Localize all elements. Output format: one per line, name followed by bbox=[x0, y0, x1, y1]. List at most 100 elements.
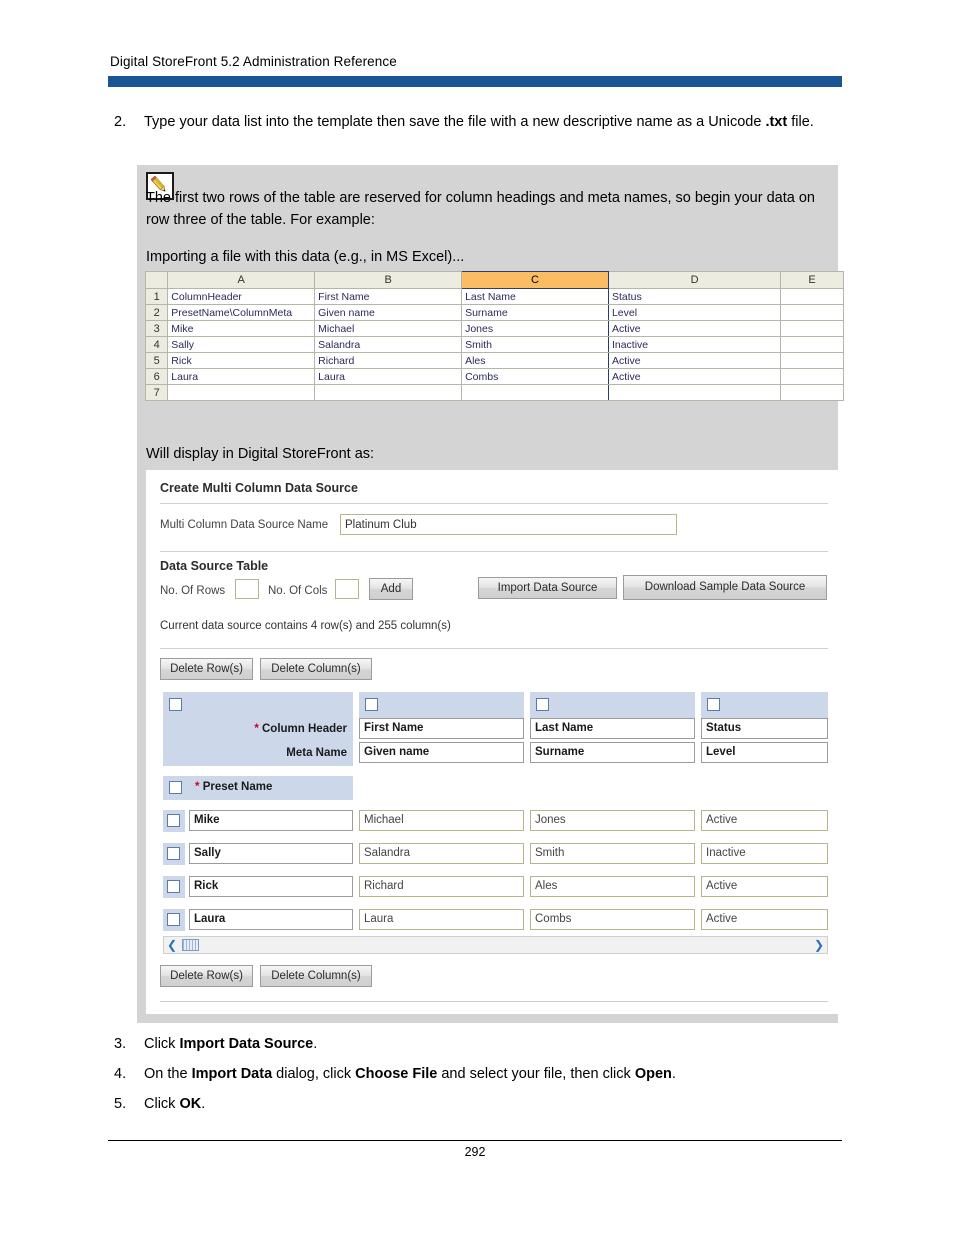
excel-cell-e7[interactable] bbox=[780, 384, 844, 401]
meta-name-input-2[interactable]: Surname bbox=[530, 742, 695, 763]
excel-cell-b2[interactable]: Given name bbox=[314, 304, 463, 321]
delete-columns-button-top[interactable]: Delete Column(s) bbox=[260, 658, 372, 680]
preset-input-laura[interactable]: Laura bbox=[189, 909, 353, 930]
row-checkbox-mike[interactable] bbox=[167, 814, 180, 827]
add-button[interactable]: Add bbox=[369, 578, 413, 600]
cell-mike-col1[interactable]: Michael bbox=[359, 810, 524, 831]
excel-cell-c4[interactable]: Smith bbox=[461, 336, 609, 353]
excel-cell-c3[interactable]: Jones bbox=[461, 320, 609, 337]
excel-row-header[interactable]: 4 bbox=[144, 336, 169, 353]
row-checkbox-laura[interactable] bbox=[167, 913, 180, 926]
import-data-source-button[interactable]: Import Data Source bbox=[478, 577, 617, 599]
excel-col-c[interactable]: C bbox=[461, 271, 609, 289]
excel-row-header[interactable]: 2 bbox=[144, 304, 169, 321]
excel-cell-b4[interactable]: Salandra bbox=[314, 336, 463, 353]
download-sample-data-source-button[interactable]: Download Sample Data Source bbox=[623, 575, 827, 600]
column-header-input-3[interactable]: Status bbox=[701, 718, 828, 739]
horizontal-scrollbar[interactable]: ❮ ❯ bbox=[163, 936, 828, 954]
excel-row: 2 PresetName\ColumnMeta Given name Surna… bbox=[144, 304, 844, 321]
preset-name-label: * Preset Name bbox=[195, 777, 272, 798]
excel-cell-a3[interactable]: Mike bbox=[167, 320, 316, 337]
preset-input-mike[interactable]: Mike bbox=[189, 810, 353, 831]
excel-row-header[interactable]: 1 bbox=[144, 288, 169, 305]
excel-col-e[interactable]: E bbox=[780, 271, 844, 289]
excel-cell-d7[interactable] bbox=[607, 384, 782, 401]
delete-rows-button-bottom[interactable]: Delete Row(s) bbox=[160, 965, 253, 987]
preset-input-rick[interactable]: Rick bbox=[189, 876, 353, 897]
row-checkbox-sally[interactable] bbox=[167, 847, 180, 860]
excel-cell-e6[interactable] bbox=[780, 368, 844, 385]
cell-laura-col3[interactable]: Active bbox=[701, 909, 828, 930]
excel-cell-e5[interactable] bbox=[780, 352, 844, 369]
excel-row-header[interactable]: 7 bbox=[144, 384, 169, 401]
excel-cell-c7[interactable] bbox=[461, 384, 609, 401]
excel-cell-d3[interactable]: Active bbox=[607, 320, 782, 337]
row-checkbox-rick[interactable] bbox=[167, 880, 180, 893]
excel-cell-b5[interactable]: Richard bbox=[314, 352, 463, 369]
select-all-preset-checkbox[interactable] bbox=[169, 698, 182, 711]
divider bbox=[160, 648, 828, 650]
cell-rick-col3[interactable]: Active bbox=[701, 876, 828, 897]
excel-cell-e2[interactable] bbox=[780, 304, 844, 321]
select-preset-name-checkbox[interactable] bbox=[169, 781, 182, 794]
meta-name-input-3[interactable]: Level bbox=[701, 742, 828, 763]
no-of-cols-input[interactable] bbox=[335, 579, 359, 599]
step-item-5: 5. Click OK. bbox=[108, 1094, 842, 1115]
cell-sally-col1[interactable]: Salandra bbox=[359, 843, 524, 864]
cell-sally-col3[interactable]: Inactive bbox=[701, 843, 828, 864]
excel-cell-d5[interactable]: Active bbox=[607, 352, 782, 369]
column-header-input-2[interactable]: Last Name bbox=[530, 718, 695, 739]
excel-cell-a4[interactable]: Sally bbox=[167, 336, 316, 353]
excel-col-b[interactable]: B bbox=[314, 271, 463, 289]
excel-cell-c5[interactable]: Ales bbox=[461, 352, 609, 369]
cell-mike-col2[interactable]: Jones bbox=[530, 810, 695, 831]
chevron-left-icon[interactable]: ❮ bbox=[164, 937, 180, 953]
excel-cell-d4[interactable]: Inactive bbox=[607, 336, 782, 353]
delete-rows-button-top[interactable]: Delete Row(s) bbox=[160, 658, 253, 680]
cell-rick-col2[interactable]: Ales bbox=[530, 876, 695, 897]
excel-cell-b6[interactable]: Laura bbox=[314, 368, 463, 385]
select-column-3-checkbox[interactable] bbox=[707, 698, 720, 711]
excel-cell-b7[interactable] bbox=[314, 384, 463, 401]
excel-row-header[interactable]: 3 bbox=[144, 320, 169, 337]
excel-row-header[interactable]: 6 bbox=[144, 368, 169, 385]
select-column-1-checkbox[interactable] bbox=[365, 698, 378, 711]
cell-rick-col1[interactable]: Richard bbox=[359, 876, 524, 897]
excel-cell-e4[interactable] bbox=[780, 336, 844, 353]
excel-col-a[interactable]: A bbox=[167, 271, 316, 289]
excel-cell-a7[interactable] bbox=[167, 384, 316, 401]
excel-cell-b1[interactable]: First Name bbox=[314, 288, 463, 305]
data-source-name-input[interactable]: Platinum Club bbox=[340, 514, 677, 535]
excel-cell-a5[interactable]: Rick bbox=[167, 352, 316, 369]
excel-cell-b3[interactable]: Michael bbox=[314, 320, 463, 337]
excel-cell-e1[interactable] bbox=[780, 288, 844, 305]
excel-cell-d2[interactable]: Level bbox=[607, 304, 782, 321]
meta-name-input-1[interactable]: Given name bbox=[359, 742, 524, 763]
excel-cell-c6[interactable]: Combs bbox=[461, 368, 609, 385]
excel-col-d[interactable]: D bbox=[607, 271, 782, 289]
excel-row-header[interactable]: 5 bbox=[144, 352, 169, 369]
excel-cell-a6[interactable]: Laura bbox=[167, 368, 316, 385]
grid-header-cell-col3 bbox=[701, 692, 828, 718]
select-column-2-checkbox[interactable] bbox=[536, 698, 549, 711]
excel-cell-d1[interactable]: Status bbox=[607, 288, 782, 305]
excel-cell-d6[interactable]: Active bbox=[607, 368, 782, 385]
excel-cell-a2[interactable]: PresetName\ColumnMeta bbox=[167, 304, 316, 321]
preset-input-sally[interactable]: Sally bbox=[189, 843, 353, 864]
excel-cell-c2[interactable]: Surname bbox=[461, 304, 609, 321]
column-header-label-text: Column Header bbox=[262, 723, 347, 735]
excel-cell-a1[interactable]: ColumnHeader bbox=[167, 288, 316, 305]
divider bbox=[160, 1001, 828, 1003]
cell-laura-col2[interactable]: Combs bbox=[530, 909, 695, 930]
column-header-input-1[interactable]: First Name bbox=[359, 718, 524, 739]
cell-sally-col2[interactable]: Smith bbox=[530, 843, 695, 864]
delete-columns-button-bottom[interactable]: Delete Column(s) bbox=[260, 965, 372, 987]
no-of-rows-input[interactable] bbox=[235, 579, 259, 599]
cell-laura-col1[interactable]: Laura bbox=[359, 909, 524, 930]
document-page: Digital StoreFront 5.2 Administration Re… bbox=[0, 0, 954, 1235]
scrollbar-thumb[interactable] bbox=[182, 939, 199, 951]
excel-cell-c1[interactable]: Last Name bbox=[461, 288, 609, 305]
cell-mike-col3[interactable]: Active bbox=[701, 810, 828, 831]
chevron-right-icon[interactable]: ❯ bbox=[811, 937, 827, 953]
excel-cell-e3[interactable] bbox=[780, 320, 844, 337]
